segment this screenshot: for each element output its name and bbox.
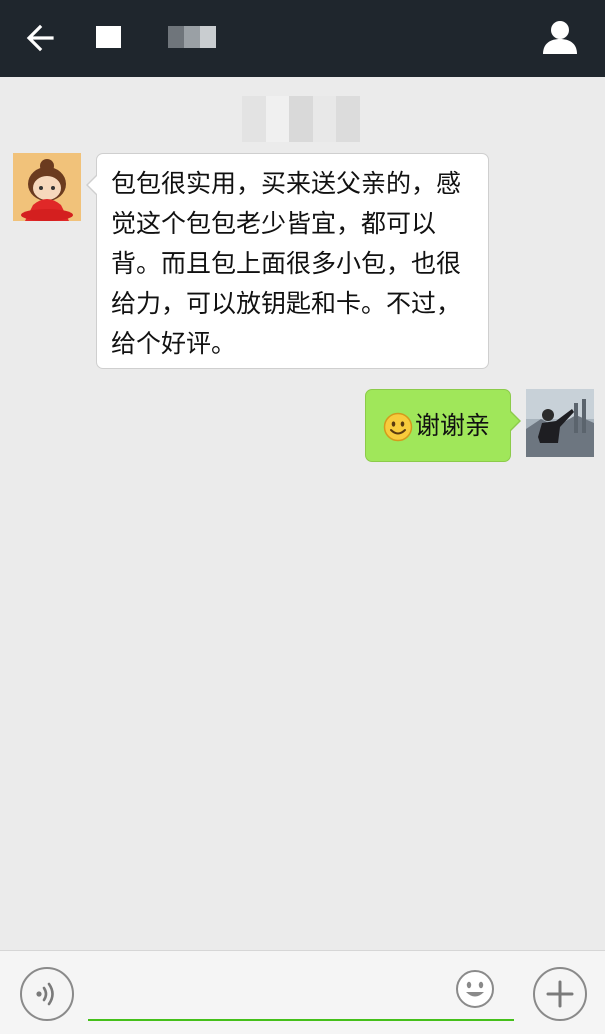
voice-icon <box>36 982 54 1006</box>
message-timestamp-redacted <box>242 96 360 142</box>
voice-input-button[interactable] <box>20 967 74 1021</box>
incoming-message-bubble[interactable]: 包包很实用，买来送父亲的，感觉这个包包老少皆宜，都可以背。而且包上面很多小包，也… <box>86 153 489 369</box>
chat-info-button[interactable] <box>537 14 583 60</box>
outgoing-message-bubble[interactable]: 谢谢亲 <box>365 389 521 462</box>
my-avatar[interactable] <box>526 389 594 457</box>
smiley-emoji-icon <box>383 412 413 442</box>
smiley-icon <box>456 970 494 1008</box>
back-button[interactable] <box>18 18 62 58</box>
emoji-button[interactable] <box>453 967 497 1011</box>
contact-avatar[interactable] <box>13 153 81 221</box>
incoming-message-text: 包包很实用，买来送父亲的，感觉这个包包老少皆宜，都可以背。而且包上面很多小包，也… <box>111 169 462 358</box>
message-input[interactable] <box>88 969 514 1021</box>
input-bar <box>0 950 605 1034</box>
top-bar <box>0 0 605 77</box>
outgoing-message-text: 谢谢亲 <box>415 411 491 440</box>
chat-subtitle-redacted <box>168 26 216 48</box>
person-icon <box>543 21 577 54</box>
arrow-left-icon <box>26 24 54 52</box>
chat-title-redacted <box>96 26 121 48</box>
plus-icon <box>546 980 574 1008</box>
more-actions-button[interactable] <box>533 967 587 1021</box>
